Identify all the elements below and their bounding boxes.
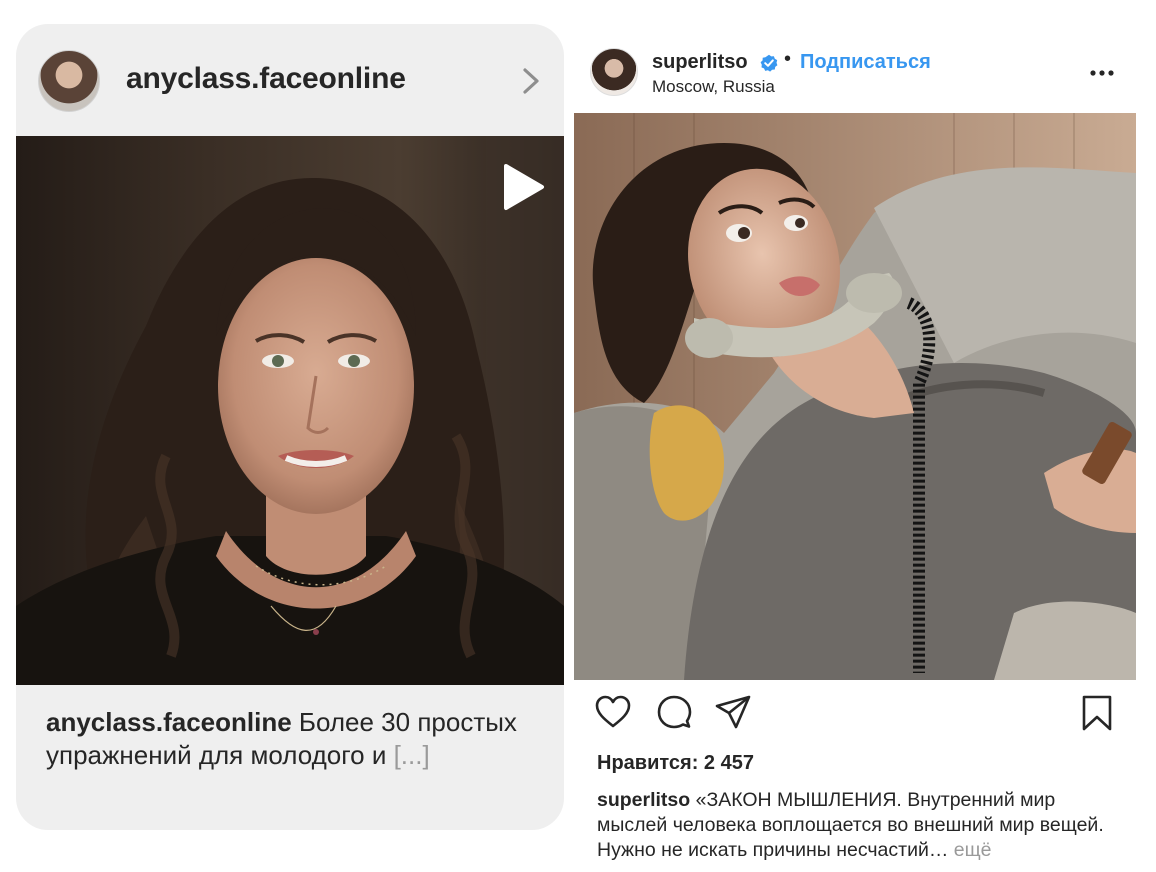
chevron-right-icon[interactable] <box>520 66 542 96</box>
caption-username[interactable]: anyclass.faceonline <box>46 707 292 737</box>
woman-on-phone-image <box>574 113 1136 680</box>
shared-post-card[interactable]: anyclass.faceonline anyclass.faceonline … <box>16 24 564 830</box>
shared-post-video[interactable] <box>16 136 564 685</box>
caption-username[interactable]: superlitso <box>597 789 690 811</box>
woman-portrait-image <box>16 136 564 685</box>
likes-count[interactable]: Нравится: 2 457 <box>597 752 754 775</box>
comment-icon[interactable] <box>656 694 692 730</box>
follow-button[interactable]: Подписаться <box>800 51 931 74</box>
bookmark-icon[interactable] <box>1080 694 1114 732</box>
post-image[interactable] <box>574 113 1136 680</box>
caption-more-link[interactable]: ещё <box>954 839 992 861</box>
post-action-bar <box>574 694 1136 738</box>
more-options-icon[interactable] <box>1090 70 1114 76</box>
post-author-username[interactable]: superlitso <box>652 51 748 74</box>
shared-post-header[interactable]: anyclass.faceonline <box>16 24 564 136</box>
play-icon[interactable] <box>500 162 546 212</box>
verified-badge-icon <box>760 54 778 72</box>
shared-post-caption: anyclass.faceonline Более 30 простых упр… <box>46 706 546 772</box>
post-author-avatar[interactable] <box>590 48 638 96</box>
heart-icon[interactable] <box>594 694 632 730</box>
share-icon[interactable] <box>714 694 752 730</box>
caption-more-link[interactable]: [...] <box>394 740 430 770</box>
shared-post-username[interactable]: anyclass.faceonline <box>126 62 406 96</box>
separator-dot: • <box>784 48 792 70</box>
post-location[interactable]: Moscow, Russia <box>652 77 775 97</box>
profile-avatar[interactable] <box>38 50 100 112</box>
post-caption: superlitso «ЗАКОН МЫШЛЕНИЯ. Внутренний м… <box>597 788 1127 863</box>
